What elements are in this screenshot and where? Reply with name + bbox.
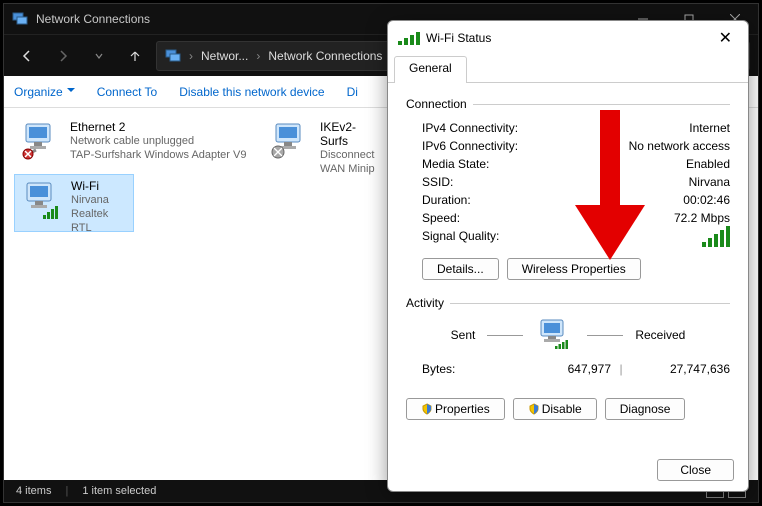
activity-computer-icon — [535, 318, 575, 352]
connect-to-button[interactable]: Connect To — [97, 85, 158, 99]
speed-value: 72.2 Mbps — [674, 211, 730, 225]
media-state-value: Enabled — [686, 157, 730, 171]
connection-adapter: WAN Minip — [320, 162, 378, 176]
network-connections-icon — [12, 11, 28, 27]
forward-button[interactable] — [48, 41, 78, 71]
wireless-properties-button[interactable]: Wireless Properties — [507, 258, 641, 280]
recent-dropdown[interactable] — [84, 41, 114, 71]
properties-button[interactable]: Properties — [406, 398, 505, 420]
connection-adapter: TAP-Surfshark Windows Adapter V9 — [70, 148, 246, 162]
ipv4-value: Internet — [689, 121, 730, 135]
shield-icon — [421, 403, 433, 415]
organize-menu[interactable]: Organize — [14, 85, 75, 99]
connection-name: IKEv2-Surfs — [320, 120, 378, 148]
connection-section-label: Connection — [406, 97, 467, 111]
status-item-count: 4 items — [16, 485, 51, 497]
activity-diagram: Sent Received — [406, 318, 730, 352]
connection-adapter: Realtek RTL — [71, 207, 127, 235]
ipv6-value: No network access — [629, 139, 730, 153]
back-button[interactable] — [12, 41, 42, 71]
dialog-titlebar: Wi-Fi Status ✕ — [388, 21, 748, 55]
dialog-title: Wi-Fi Status — [426, 31, 713, 45]
duration-value: 00:02:46 — [683, 193, 730, 207]
speed-label: Speed: — [422, 211, 460, 225]
signal-quality-bars — [702, 229, 730, 247]
divider: | — [65, 485, 68, 497]
signal-icon — [398, 31, 420, 45]
received-label: Received — [635, 328, 685, 342]
details-button[interactable]: Details... — [422, 258, 499, 280]
sent-label: Sent — [451, 328, 476, 342]
diagnose-button-truncated[interactable]: Di — [347, 85, 358, 99]
diagnose-button[interactable]: Diagnose — [605, 398, 686, 420]
connection-name: Wi-Fi — [71, 179, 127, 193]
media-state-label: Media State: — [422, 157, 489, 171]
close-button[interactable]: Close — [657, 459, 734, 481]
bytes-received-value: 27,747,636 — [631, 362, 730, 376]
wifi-icon — [21, 179, 63, 221]
connection-item-wifi[interactable]: Wi-Fi Nirvana Realtek RTL — [14, 174, 134, 232]
duration-label: Duration: — [422, 193, 471, 207]
breadcrumb-part[interactable]: Network Connections — [268, 49, 382, 63]
disable-button[interactable]: Disable — [513, 398, 597, 420]
ssid-value: Nirvana — [689, 175, 730, 189]
ethernet-icon — [20, 120, 62, 162]
connection-status: Network cable unplugged — [70, 134, 246, 148]
breadcrumb-sep-icon: › — [189, 49, 193, 63]
shield-icon — [528, 403, 540, 415]
vpn-icon — [270, 120, 312, 162]
ipv4-label: IPv4 Connectivity: — [422, 121, 518, 135]
connection-item-ikev2[interactable]: IKEv2-Surfs Disconnect WAN Minip — [264, 116, 384, 174]
breadcrumb-sep-icon: › — [256, 49, 260, 63]
breadcrumb-part[interactable]: Networ... — [201, 49, 248, 63]
ipv6-label: IPv6 Connectivity: — [422, 139, 518, 153]
disable-device-button[interactable]: Disable this network device — [179, 85, 324, 99]
dialog-tabs: General — [388, 55, 748, 83]
connection-status: Disconnect — [320, 148, 378, 162]
wifi-status-dialog: Wi-Fi Status ✕ General Connection IPv4 C… — [387, 20, 749, 492]
status-selected-count: 1 item selected — [82, 485, 156, 497]
connection-name: Ethernet 2 — [70, 120, 246, 134]
network-connections-icon — [165, 48, 181, 64]
bytes-sent-value: 647,977 — [512, 362, 611, 376]
ssid-label: SSID: — [422, 175, 453, 189]
activity-section-label: Activity — [406, 296, 444, 310]
connection-ssid: Nirvana — [71, 193, 127, 207]
close-dialog-button[interactable]: ✕ — [713, 26, 738, 50]
dialog-body: Connection IPv4 Connectivity: Internet IP… — [388, 83, 748, 449]
tab-general[interactable]: General — [394, 56, 467, 83]
signal-quality-label: Signal Quality: — [422, 229, 499, 250]
connection-item-ethernet2[interactable]: Ethernet 2 Network cable unplugged TAP-S… — [14, 116, 264, 174]
bytes-label: Bytes: — [422, 362, 512, 376]
up-button[interactable] — [120, 41, 150, 71]
